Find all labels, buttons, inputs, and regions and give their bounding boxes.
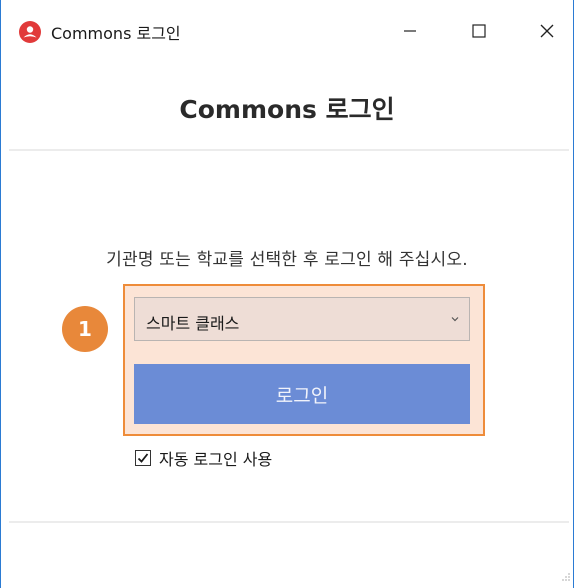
maximize-button[interactable] bbox=[456, 14, 502, 48]
institution-select[interactable]: 스마트 클래스 bbox=[134, 297, 470, 341]
login-button-label: 로그인 bbox=[275, 385, 329, 407]
login-button[interactable]: 로그인 bbox=[134, 364, 470, 424]
window-title: Commons 로그인 bbox=[51, 24, 181, 43]
title-bar[interactable]: Commons 로그인 bbox=[1, 0, 573, 62]
instruction-text: 기관명 또는 학교를 선택한 후 로그인 해 주십시오. bbox=[106, 250, 468, 270]
login-window: Commons 로그인 Commons 로그인 기관명 또는 학교를 선택한 후… bbox=[0, 0, 574, 588]
footer-divider bbox=[9, 521, 569, 523]
minimize-icon bbox=[404, 30, 416, 32]
checkmark-icon bbox=[137, 453, 149, 463]
auto-login-checkbox[interactable] bbox=[135, 450, 151, 466]
commons-logo-icon bbox=[19, 21, 41, 43]
maximize-icon bbox=[472, 24, 486, 38]
auto-login-option[interactable]: 자동 로그인 사용 bbox=[135, 446, 272, 470]
step-marker: 1 bbox=[62, 306, 108, 352]
page-title: Commons 로그인 bbox=[179, 95, 395, 124]
minimize-button[interactable] bbox=[387, 14, 433, 48]
step-marker-number: 1 bbox=[78, 317, 92, 341]
institution-select-value: 스마트 클래스 bbox=[146, 314, 240, 333]
header-divider bbox=[9, 149, 569, 151]
resize-grip-icon[interactable] bbox=[561, 572, 571, 582]
close-button[interactable] bbox=[524, 14, 570, 48]
chevron-down-icon bbox=[451, 317, 459, 322]
close-icon bbox=[540, 24, 554, 38]
auto-login-label: 자동 로그인 사용 bbox=[159, 450, 273, 469]
